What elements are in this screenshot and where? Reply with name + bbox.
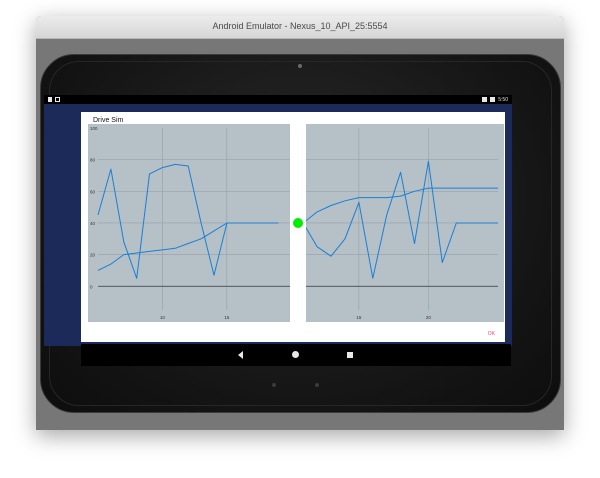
android-nav-bar [81, 344, 511, 366]
notification-icon [48, 97, 52, 102]
wifi-icon [482, 97, 488, 102]
series-line-1 [97, 163, 279, 279]
recents-icon[interactable] [347, 352, 353, 358]
y-tick-label: 100 [90, 126, 98, 131]
y-tick-label: 0 [90, 284, 93, 289]
ok-button[interactable]: OK [488, 331, 495, 337]
window-title: Android Emulator - Nexus_10_API_25:5554 [212, 21, 388, 31]
y-tick-label: 40 [90, 221, 96, 226]
android-status-bar: 5:50 [44, 95, 512, 104]
y-tick-label: 20 [90, 253, 96, 258]
home-icon[interactable] [292, 351, 299, 358]
hardware-button-right [315, 383, 319, 387]
status-right-group: 5:50 [482, 95, 508, 104]
y-tick-label: 80 [90, 158, 96, 163]
front-camera-icon [298, 64, 302, 68]
sd-card-icon [55, 97, 60, 102]
chart-panel-right: 15 20 [306, 124, 504, 322]
hardware-button-left [272, 383, 276, 387]
series-line-2 [306, 187, 498, 222]
x-tick-label: 15 [224, 315, 230, 320]
window-titlebar[interactable]: Android Emulator - Nexus_10_API_25:5554 [36, 16, 564, 39]
x-tick-label: 10 [160, 315, 166, 320]
back-icon[interactable] [238, 351, 243, 359]
status-clock: 5:50 [498, 96, 508, 103]
x-tick-label: 20 [426, 315, 432, 320]
y-tick-label: 60 [90, 189, 96, 194]
chart-left: 10 15 0 20 40 60 80 100 [90, 126, 290, 320]
chart-panel-left: 10 15 0 20 40 60 80 100 [88, 124, 290, 322]
chart-right: 15 20 [306, 128, 498, 320]
series-line-1 [306, 160, 498, 279]
drive-sim-dialog: Drive Sim 10 15 0 20 40 60 80 100 15 20 OK [81, 112, 505, 342]
dialog-title: Drive Sim [93, 117, 124, 124]
x-tick-label: 15 [356, 315, 362, 320]
battery-icon [490, 97, 496, 102]
position-marker [293, 218, 303, 228]
